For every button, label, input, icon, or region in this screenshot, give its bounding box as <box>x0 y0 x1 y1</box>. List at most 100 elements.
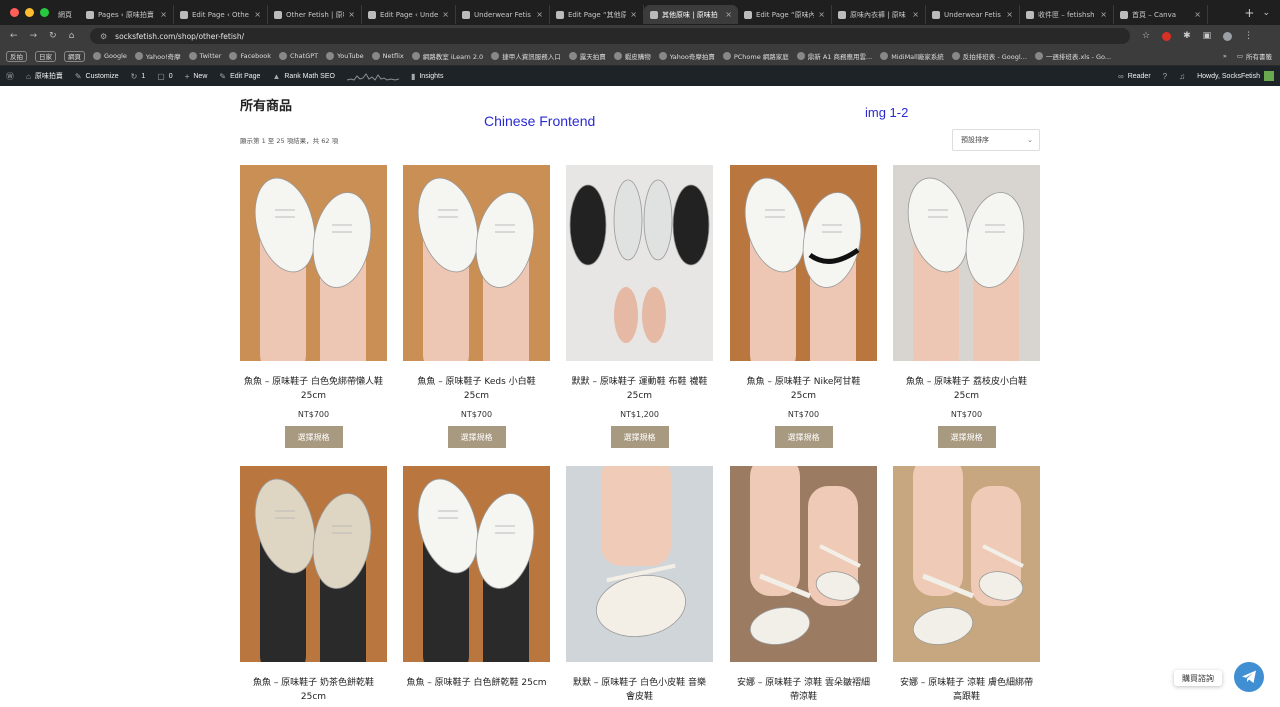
bookmark-item[interactable]: 反拍 <box>6 50 27 62</box>
bookmark-item[interactable]: 捷甲人資訊服務入口 <box>491 51 561 61</box>
admin-reader[interactable]: ∞ Reader <box>1118 72 1151 81</box>
select-options-button[interactable]: 選擇規格 <box>284 426 343 448</box>
product-name[interactable]: 安娜 – 原味鞋子 涼鞋 膚色細綁帶高跟鞋 <box>893 676 1040 704</box>
tab-close-icon[interactable]: × <box>1194 10 1201 19</box>
reload-icon[interactable]: ↻ <box>49 31 57 41</box>
product-image[interactable] <box>403 165 550 361</box>
product-image[interactable] <box>566 466 713 662</box>
admin-updates[interactable]: ↻ 1 <box>131 72 146 81</box>
product-image[interactable] <box>730 466 877 662</box>
address-bar[interactable]: ⚙ socksfetish.com/shop/other-fetish/ <box>90 28 1130 44</box>
product-card[interactable]: 魚魚 – 原味鞋子 Keds 小白鞋 25cm NT$700 選擇規格 <box>403 165 550 448</box>
bookmark-item[interactable]: Facebook <box>229 52 271 60</box>
product-card[interactable]: 魚魚 – 原味鞋子 奶茶色餅乾鞋 25cm <box>240 466 387 704</box>
select-options-button[interactable]: 選擇規格 <box>937 426 996 448</box>
tab-close-icon[interactable]: × <box>1006 10 1013 19</box>
bookmark-item[interactable]: 鼎新 A1 商務應用雲... <box>796 51 872 61</box>
forward-arrow-icon[interactable]: → <box>30 31 38 41</box>
extension-puzzle-icon[interactable]: ✱ <box>1183 31 1191 41</box>
browser-tab[interactable]: Underwear Fetis × <box>456 5 550 24</box>
admin-rank-math[interactable]: ▲ Rank Math SEO <box>272 72 335 81</box>
bookmark-item[interactable]: 一週排班表.xls - Go... <box>1034 51 1111 61</box>
admin-edit-page[interactable]: ✎ Edit Page <box>219 72 260 81</box>
product-image[interactable] <box>403 466 550 662</box>
bookmark-item[interactable]: Twitter <box>188 52 221 60</box>
product-name[interactable]: 魚魚 – 原味鞋子 荔枝皮小白鞋 25cm <box>893 375 1040 403</box>
select-options-button[interactable]: 選擇規格 <box>610 426 669 448</box>
tab-close-icon[interactable]: × <box>348 10 355 19</box>
product-name[interactable]: 魚魚 – 原味鞋子 白色餅乾鞋 25cm <box>403 676 550 690</box>
bookmark-item[interactable]: Yahoo!奇摩 <box>134 51 181 61</box>
product-card[interactable]: 默默 – 原味鞋子 運動鞋 布鞋 襪鞋 25cm NT$1,200 選擇規格 <box>566 165 713 448</box>
browser-tab[interactable]: 首頁 – Canva × <box>1114 5 1208 24</box>
tab-search-chevron-icon[interactable]: ⌄ <box>1262 8 1280 18</box>
bookmark-item[interactable]: 日家 <box>35 50 56 62</box>
notification-bell-icon[interactable]: ♫ <box>1179 72 1185 81</box>
zoom-window-button[interactable] <box>40 8 49 17</box>
admin-customize[interactable]: ✎ Customize <box>75 72 119 81</box>
back-arrow-icon[interactable]: ← <box>10 31 18 41</box>
bookmark-item[interactable]: ChatGPT <box>279 52 318 60</box>
admin-account[interactable]: Howdy, SocksFetish <box>1197 71 1274 81</box>
admin-insights[interactable]: ▮ Insights <box>411 72 444 81</box>
tab-close-icon[interactable]: × <box>818 10 825 19</box>
extensions-icon[interactable]: ▣ <box>1203 31 1212 41</box>
browser-menu-icon[interactable]: ⋮ <box>1244 31 1253 41</box>
tab-close-icon[interactable]: × <box>1100 10 1107 19</box>
product-card[interactable]: 默默 – 原味鞋子 白色小皮鞋 音樂會皮鞋 <box>566 466 713 704</box>
bookmark-item[interactable]: PChome 網路家庭 <box>722 51 789 61</box>
bookmark-item[interactable]: Google <box>93 52 127 60</box>
product-name[interactable]: 魚魚 – 原味鞋子 奶茶色餅乾鞋 25cm <box>240 676 387 704</box>
browser-tab[interactable]: Underwear Fetis × <box>926 5 1020 24</box>
sort-select[interactable]: 預設排序 ⌄ <box>952 129 1040 151</box>
bookmark-star-icon[interactable]: ☆ <box>1142 31 1150 41</box>
tab-close-icon[interactable]: × <box>254 10 261 19</box>
bookmark-item[interactable]: 網路教室 iLearn 2.0 <box>411 51 483 61</box>
product-card[interactable]: 安娜 – 原味鞋子 涼鞋 雲朵皺褶細帶涼鞋 <box>730 466 877 704</box>
product-image[interactable] <box>240 165 387 361</box>
browser-tab[interactable]: 其他原味 | 原味拍 × <box>644 5 738 24</box>
product-name[interactable]: 魚魚 – 原味鞋子 Nike阿甘鞋 25cm <box>730 375 877 403</box>
product-card[interactable]: 魚魚 – 原味鞋子 白色餅乾鞋 25cm <box>403 466 550 690</box>
tab-close-icon[interactable]: × <box>725 10 732 19</box>
bookmark-item[interactable]: MidiMall廠家系統 <box>880 51 944 61</box>
extension-red-icon[interactable] <box>1162 31 1172 41</box>
browser-tab[interactable]: Other Fetish | 原味 × <box>268 5 362 24</box>
bookmarks-overflow-icon[interactable]: » <box>1223 51 1227 61</box>
product-card[interactable]: 魚魚 – 原味鞋子 荔枝皮小白鞋 25cm NT$700 選擇規格 <box>893 165 1040 448</box>
chat-label[interactable]: 購買諮詢 <box>1174 670 1222 686</box>
bookmark-item[interactable]: 網頁 <box>64 50 85 62</box>
browser-tab[interactable]: Edit Page ‹ Unde × <box>362 5 456 24</box>
bookmark-item[interactable]: 露天拍賣 <box>568 51 606 61</box>
profile-avatar[interactable] <box>1223 31 1233 41</box>
browser-tab[interactable]: Edit Page “原味內 × <box>738 5 832 24</box>
browser-tab[interactable]: 收件匣 – fetishsh × <box>1020 5 1114 24</box>
admin-comments[interactable]: ▢ 0 <box>157 72 172 81</box>
product-image[interactable] <box>893 165 1040 361</box>
tab-close-icon[interactable]: × <box>912 10 919 19</box>
bookmark-item[interactable]: YouTube <box>326 52 364 60</box>
product-card[interactable]: 魚魚 – 原味鞋子 白色免綁帶懶人鞋 25cm NT$700 選擇規格 <box>240 165 387 448</box>
minimize-window-button[interactable] <box>25 8 34 17</box>
browser-tab[interactable]: 原味內衣褲 | 原味 × <box>832 5 926 24</box>
product-image[interactable] <box>893 466 1040 662</box>
browser-tab[interactable]: Pages ‹ 原味拍賣 × <box>80 5 174 24</box>
tab-close-icon[interactable]: × <box>160 10 167 19</box>
wordpress-logo-icon[interactable]: Ⓦ <box>6 71 14 82</box>
close-window-button[interactable] <box>10 8 19 17</box>
telegram-chat-button[interactable] <box>1234 662 1264 692</box>
product-name[interactable]: 默默 – 原味鞋子 白色小皮鞋 音樂會皮鞋 <box>566 676 713 704</box>
browser-tab[interactable]: Edit Page ‹ Othe × <box>174 5 268 24</box>
all-bookmarks-folder[interactable]: ▭ 所有書籤 <box>1237 51 1272 61</box>
product-name[interactable]: 魚魚 – 原味鞋子 白色免綁帶懶人鞋 25cm <box>240 375 387 403</box>
product-card[interactable]: 安娜 – 原味鞋子 涼鞋 膚色細綁帶高跟鞋 <box>893 466 1040 704</box>
admin-new[interactable]: + New <box>185 72 208 81</box>
site-info-icon[interactable]: ⚙ <box>100 32 107 41</box>
bookmark-item[interactable]: Yahoo奇摩拍賣 <box>658 51 715 61</box>
home-icon[interactable]: ⌂ <box>69 31 75 41</box>
product-name[interactable]: 默默 – 原味鞋子 運動鞋 布鞋 襪鞋 25cm <box>566 375 713 403</box>
bookmark-item[interactable]: Netflix <box>371 52 404 60</box>
new-tab-button[interactable]: + <box>1236 6 1262 20</box>
tab-close-icon[interactable]: × <box>630 10 637 19</box>
product-image[interactable] <box>730 165 877 361</box>
